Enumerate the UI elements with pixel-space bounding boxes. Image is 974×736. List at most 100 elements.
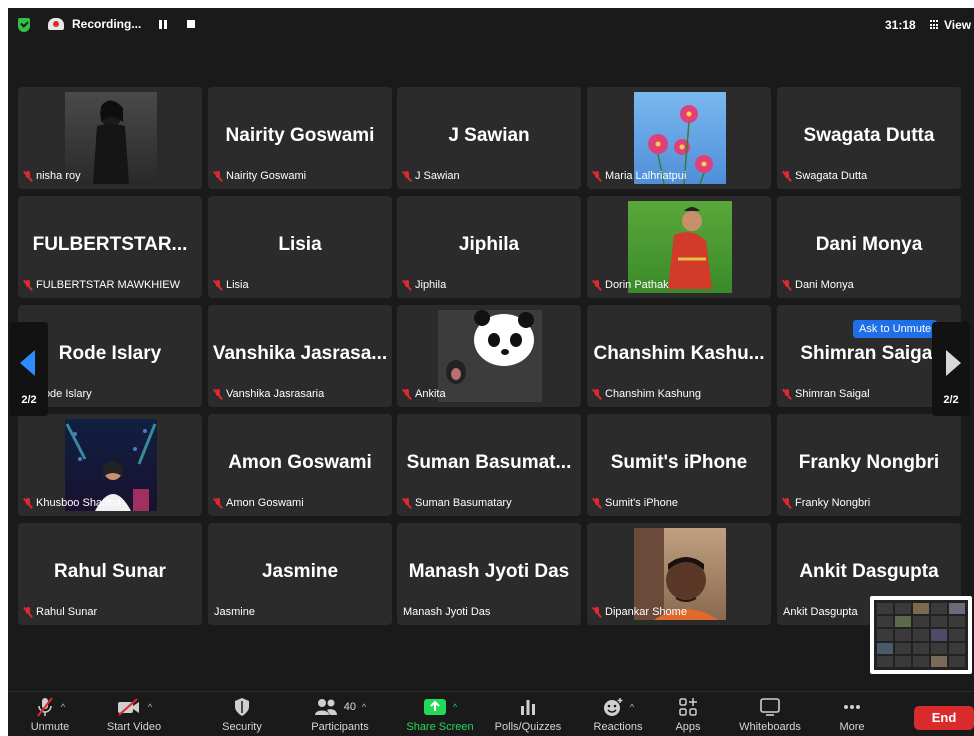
mic-muted-icon — [24, 497, 32, 509]
participant-name: FULBERTSTAR MAWKHIEW — [36, 279, 181, 291]
meeting-window: Recording... 31:18 View nisha roy Nairity… — [8, 8, 974, 736]
participant-tile[interactable]: Swagata Dutta Swagata Dutta — [777, 87, 961, 189]
next-page-button[interactable]: 2/2 — [932, 322, 970, 416]
arrow-right-icon — [946, 350, 961, 376]
mic-muted-icon — [24, 279, 32, 291]
meeting-timer: 31:18 — [885, 18, 916, 32]
participant-tile[interactable]: Jiphila Jiphila — [397, 196, 581, 298]
start-video-label: Start Video — [106, 721, 162, 733]
participant-name: Franky Nongbri — [795, 497, 871, 509]
participant-name: Ankita — [415, 388, 446, 400]
apps-button[interactable]: Apps — [646, 695, 730, 733]
share-screen-button[interactable]: ^ Share Screen — [398, 695, 482, 733]
mic-muted-icon — [593, 388, 601, 400]
mic-muted-icon — [403, 279, 411, 291]
security-label: Security — [222, 721, 262, 733]
video-caret-icon[interactable]: ^ — [148, 702, 152, 712]
participant-name-label: Vanshika Jasrasaria — [214, 388, 324, 400]
share-screen-icon — [423, 699, 446, 715]
start-video-button[interactable]: ^ Start Video — [92, 695, 176, 733]
mic-muted-icon — [593, 497, 601, 509]
unmute-button[interactable]: ^ Unmute — [8, 695, 92, 733]
participant-tile[interactable]: Sumit's iPhone Sumit's iPhone — [587, 414, 771, 516]
participant-name: Manash Jyoti Das — [403, 606, 491, 618]
participants-caret-icon[interactable]: ^ — [362, 702, 366, 712]
participant-name-label: Jiphila — [403, 279, 446, 291]
unmute-caret-icon[interactable]: ^ — [61, 702, 65, 712]
participant-name-label: Shimran Saigal — [783, 388, 870, 400]
participant-tile[interactable]: J Sawian J Sawian — [397, 87, 581, 189]
participant-name: Swagata Dutta — [795, 170, 868, 182]
participant-name: Nairity Goswami — [226, 170, 307, 182]
mic-muted-icon — [24, 606, 32, 618]
participant-name-label: Dorin Pathak — [593, 279, 669, 291]
participant-display-name: Vanshika Jasrasa... — [212, 343, 388, 364]
participant-tile[interactable]: Khusboo Sharma — [18, 414, 202, 516]
mic-muted-icon — [24, 170, 32, 182]
participant-tile[interactable]: Jasmine Jasmine — [208, 523, 392, 625]
polls-label: Polls/Quizzes — [494, 721, 562, 733]
participant-name: Jiphila — [415, 279, 447, 291]
participant-name: Maria Lalhriatpui — [605, 170, 687, 182]
self-view-thumbnail[interactable] — [870, 596, 972, 674]
stop-icon[interactable] — [187, 20, 196, 28]
participant-tile[interactable]: Franky Nongbri Franky Nongbri — [777, 414, 961, 516]
participant-tile[interactable]: Dipankar Shome — [587, 523, 771, 625]
polls-button[interactable]: Polls/Quizzes — [486, 695, 570, 733]
previous-page-button[interactable]: 2/2 — [10, 322, 48, 416]
meeting-toolbar: ^ Unmute ^ Start Video Security 40 ^ Par… — [8, 691, 974, 736]
participant-tile[interactable]: Dorin Pathak — [587, 196, 771, 298]
participant-tile[interactable]: Amon Goswami Amon Goswami — [208, 414, 392, 516]
shield-icon[interactable] — [18, 18, 30, 32]
participant-display-name: FULBERTSTAR... — [32, 234, 188, 255]
mic-muted-icon — [783, 497, 791, 509]
participant-tile[interactable]: Suman Basumat... Suman Basumatary — [397, 414, 581, 516]
whiteboards-button[interactable]: Whiteboards — [728, 695, 812, 733]
participant-display-name: Nairity Goswami — [225, 125, 375, 146]
participant-name: Chanshim Kashung — [605, 388, 702, 400]
share-screen-label: Share Screen — [406, 721, 474, 733]
participant-display-name: Lisia — [278, 234, 322, 255]
participant-name: Suman Basumatary — [415, 497, 512, 509]
mic-muted-icon — [214, 388, 222, 400]
participant-tile[interactable]: Vanshika Jasrasa... Vanshika Jasrasaria — [208, 305, 392, 407]
recording-icon — [48, 18, 64, 30]
participant-name-label: Lisia — [214, 279, 249, 291]
recording-indicator: Recording... — [48, 17, 196, 31]
view-label: View — [944, 18, 972, 32]
participant-tile[interactable]: Maria Lalhriatpui — [587, 87, 771, 189]
participant-tile[interactable]: nisha roy — [18, 87, 202, 189]
view-button[interactable]: View — [930, 18, 971, 32]
unmute-label: Unmute — [30, 721, 70, 733]
participants-icon — [314, 699, 337, 715]
participant-name-label: J Sawian — [403, 170, 460, 182]
participant-tile[interactable]: Nairity Goswami Nairity Goswami — [208, 87, 392, 189]
recording-label: Recording... — [72, 17, 142, 31]
participant-tile[interactable]: Manash Jyoti Das Manash Jyoti Das — [397, 523, 581, 625]
participant-display-name: J Sawian — [448, 125, 530, 146]
more-label: More — [839, 721, 865, 733]
participant-tile[interactable]: FULBERTSTAR... FULBERTSTAR MAWKHIEW — [18, 196, 202, 298]
reactions-caret-icon[interactable]: ^ — [630, 702, 634, 712]
pause-icon[interactable] — [159, 19, 168, 29]
mic-muted-icon — [214, 279, 222, 291]
end-meeting-button[interactable]: End — [914, 706, 974, 730]
participant-tile[interactable]: Dani Monya Dani Monya — [777, 196, 961, 298]
participant-tile[interactable]: Chanshim Kashu... Chanshim Kashung — [587, 305, 771, 407]
participants-button[interactable]: 40 ^ Participants — [298, 695, 382, 733]
grid-view-icon — [930, 20, 940, 30]
more-button[interactable]: More — [810, 695, 894, 733]
ask-to-unmute-button[interactable]: Ask to Unmute — [853, 320, 938, 338]
page-indicator-left: 2/2 — [21, 394, 37, 406]
security-button[interactable]: Security — [200, 695, 284, 733]
participant-name-label: Nairity Goswami — [214, 170, 306, 182]
mic-muted-icon — [593, 170, 601, 182]
security-shield-icon — [235, 698, 249, 716]
participant-name-label: Franky Nongbri — [783, 497, 870, 509]
participant-tile[interactable]: Lisia Lisia — [208, 196, 392, 298]
participant-name: Jasmine — [214, 606, 255, 618]
participant-name-label: Ankita — [403, 388, 446, 400]
participant-tile[interactable]: Rahul Sunar Rahul Sunar — [18, 523, 202, 625]
share-caret-icon[interactable]: ^ — [453, 702, 457, 712]
participant-tile[interactable]: Ankita — [397, 305, 581, 407]
